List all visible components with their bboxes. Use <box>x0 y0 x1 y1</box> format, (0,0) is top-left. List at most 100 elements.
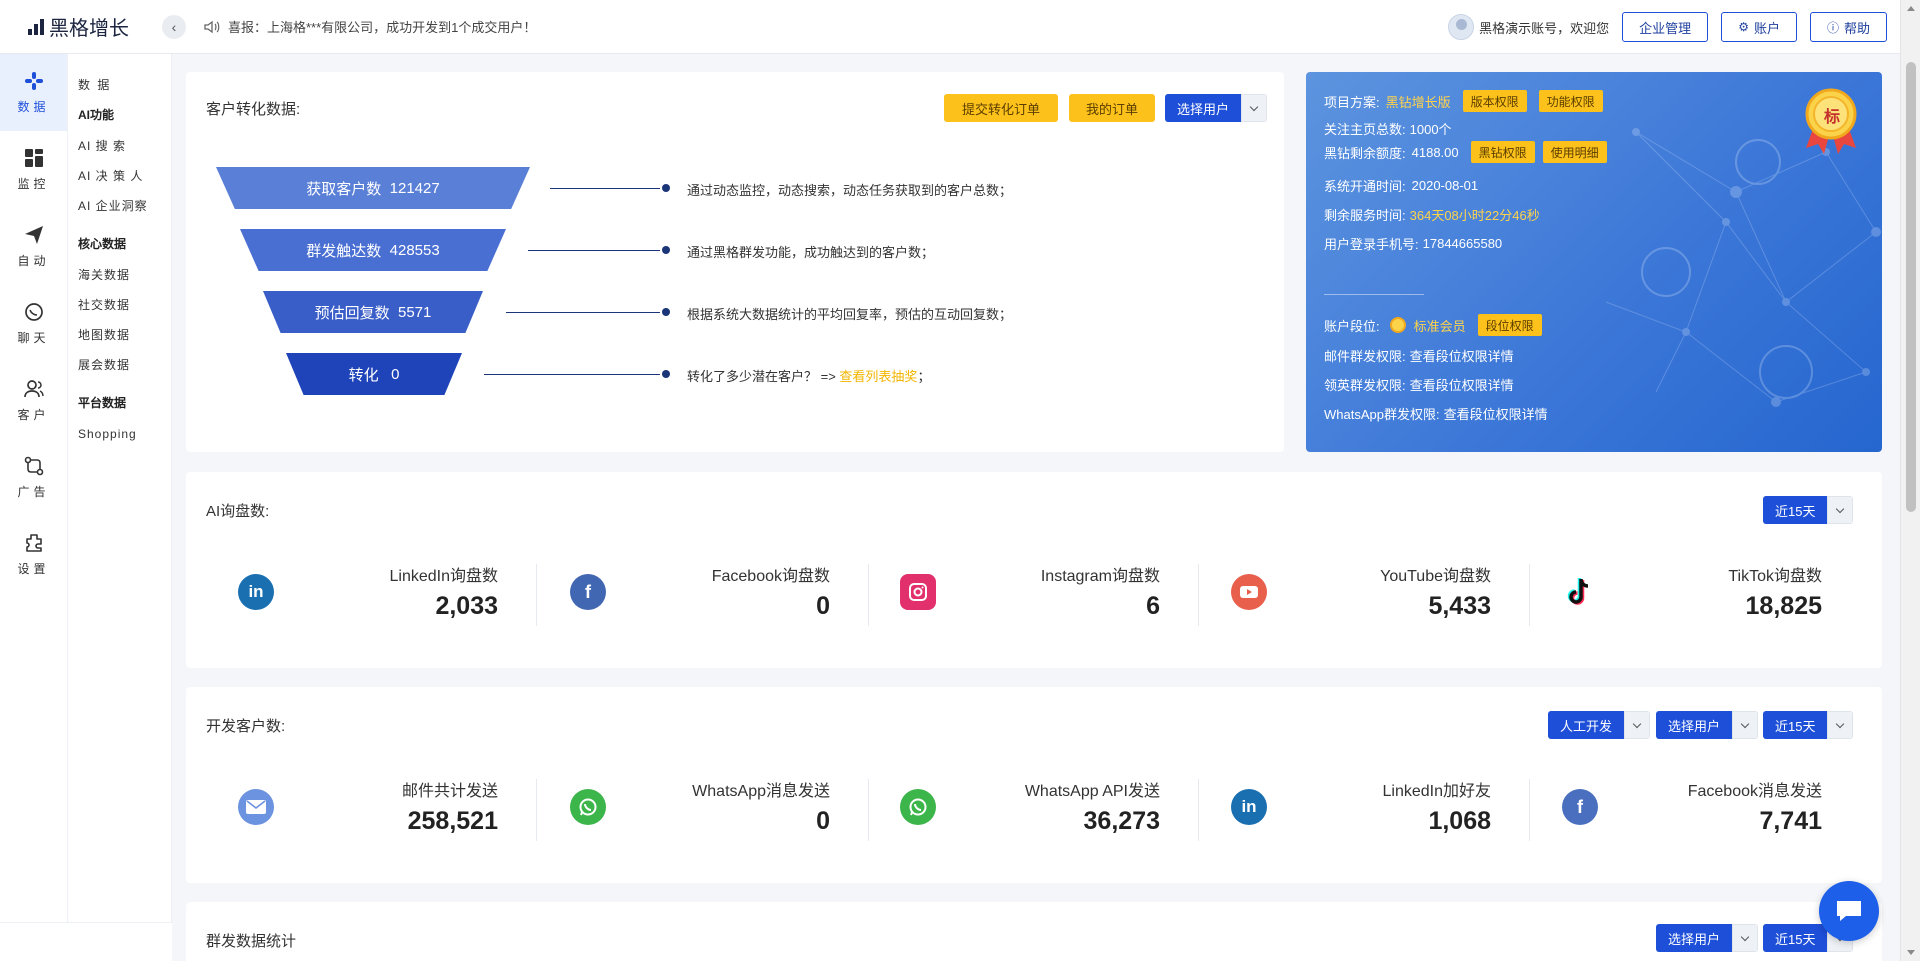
customer-service-chat-button[interactable] <box>1819 881 1879 941</box>
view-list-lottery-link[interactable]: 查看列表抽奖 <box>839 369 917 384</box>
linkedin-perm-link[interactable]: 查看段位权限详情 <box>1410 375 1514 394</box>
secondary-sidebar: 数 据 AI功能 AI 搜 索 AI 决 策 人 AI 企业洞察 核心数据 海关… <box>68 54 172 922</box>
help-button[interactable]: ⓘ 帮助 <box>1809 12 1887 42</box>
subnav-item-shopping[interactable]: Shopping <box>68 419 171 449</box>
mass-select-user-dropdown[interactable]: 选择用户 <box>1656 924 1759 952</box>
funnel-stage-acquired: 获取客户数 121427 <box>216 167 530 209</box>
nav-label-settings: 设置 <box>17 561 50 576</box>
account-button[interactable]: ⚙ 账户 <box>1721 12 1797 42</box>
nav-item-settings[interactable]: 设置 <box>0 516 67 593</box>
funnel-label: 转化 <box>348 366 379 384</box>
funnel-value: 5571 <box>397 303 432 321</box>
select-user-dropdown[interactable]: 选择用户 <box>1165 94 1268 122</box>
stat-value: 258,521 <box>407 807 498 835</box>
nav-item-auto[interactable]: 自动 <box>0 208 67 285</box>
nav-label-data: 数据 <box>17 99 50 114</box>
usage-details-button[interactable]: 使用明细 <box>1542 141 1607 163</box>
stat-separator <box>536 564 537 626</box>
feature-permission-button[interactable]: 功能权限 <box>1538 90 1603 112</box>
subnav-item-social[interactable]: 社交数据 <box>68 290 171 320</box>
scroll-down-arrow-icon[interactable] <box>1907 950 1915 955</box>
stat-value: 2,033 <box>435 592 498 620</box>
plan-quota-label: 黑钻剩余额度: <box>1324 145 1406 161</box>
email-perm-link[interactable]: 查看段位权限详情 <box>1410 346 1514 365</box>
logo-mark-icon <box>28 18 44 35</box>
dev-select-user-dropdown[interactable]: 选择用户 <box>1656 711 1759 739</box>
collapse-back-button[interactable]: ‹ <box>162 14 186 39</box>
stat-youtube-inquiry: YouTube询盘数 5,433 <box>1231 562 1511 626</box>
plan-open-label: 系统开通时间: <box>1324 179 1406 194</box>
chevron-down-icon <box>1732 711 1759 739</box>
select-user-label: 选择用户 <box>1656 711 1733 739</box>
app-name: 黑格增长 <box>49 18 129 40</box>
nav-item-customer[interactable]: 客户 <box>0 362 67 439</box>
plan-follow-label: 关注主页总数: <box>1324 122 1406 137</box>
app-logo[interactable]: 黑格增长 <box>28 12 158 41</box>
nav-item-chat[interactable]: 聊天 <box>0 285 67 362</box>
plan-phone-value: 17844665580 <box>1422 236 1503 251</box>
plan-card: 标 项目方案: 黑钻增长版 版本权限 功能权限 关注主页总数: 1000个 黑钻剩… <box>1306 72 1882 452</box>
funnel-connector-dot <box>662 308 670 316</box>
announcement-text: 喜报：上海格***有限公司，成功开发到1个成交用户！ <box>228 20 537 35</box>
subnav-item-customs[interactable]: 海关数据 <box>68 260 171 290</box>
chevron-down-icon <box>1241 94 1268 122</box>
plan-follow-value: 1000个 <box>1409 122 1452 137</box>
user-greeting[interactable]: 黑格演示账号，欢迎您 <box>1448 14 1609 40</box>
scrollbar-thumb[interactable] <box>1906 62 1916 512</box>
linkedin-perm-label: 领英群发权限: <box>1324 378 1406 393</box>
rank-medal-icon <box>1389 317 1406 333</box>
stat-label: 邮件共计发送 <box>401 783 498 800</box>
plan-phone-label: 用户登录手机号: <box>1324 237 1419 252</box>
enterprise-management-button[interactable]: 企业管理 <box>1622 12 1709 42</box>
subnav-title: 数 据 <box>78 78 112 92</box>
primary-sidebar: 数据 监控 自动 聊天 客户 广告 设置 <box>0 54 68 961</box>
scroll-up-arrow-icon[interactable] <box>1907 6 1915 11</box>
page-scrollbar[interactable] <box>1900 0 1920 961</box>
subnav-item-exhibition[interactable]: 展会数据 <box>68 350 171 380</box>
stat-linkedin-inquiry: in LinkedIn询盘数 2,033 <box>238 562 518 626</box>
range-label: 近15天 <box>1763 711 1828 739</box>
funnel-desc-reached: 通过黑格群发功能，成功触达到的客户数； <box>687 245 935 260</box>
account-label: 账户 <box>1753 20 1780 36</box>
subnav-item-ai-decision-maker[interactable]: AI 决 策 人 <box>68 161 171 191</box>
help-label: 帮助 <box>1843 20 1870 36</box>
gear-icon: ⚙ <box>1738 20 1749 34</box>
nav-item-ads[interactable]: 广告 <box>0 439 67 516</box>
stat-separator <box>868 564 869 626</box>
funnel-label: 预估回复数 <box>314 304 390 322</box>
funnel-stage-reached: 群发触达数 428553 <box>240 229 506 271</box>
stat-value: 0 <box>816 807 830 835</box>
rank-permission-button[interactable]: 段位权限 <box>1477 314 1542 336</box>
submit-conversion-order-button[interactable]: 提交转化订单 <box>944 94 1058 122</box>
chevron-left-icon: ‹ <box>171 18 177 35</box>
stat-facebook-inquiry: f Facebook询盘数 0 <box>570 562 850 626</box>
nav-item-data[interactable]: 数据 <box>0 54 67 131</box>
plan-remain-value: 364天08小时22分46秒 <box>1409 208 1540 223</box>
funnel-connector-dot <box>662 246 670 254</box>
whatsapp-perm-link[interactable]: 查看段位权限详情 <box>1444 404 1548 423</box>
subnav-item-ai-insight[interactable]: AI 企业洞察 <box>68 191 171 221</box>
stat-whatsapp-api-sent: WhatsApp API发送 36,273 <box>900 777 1180 841</box>
plan-quota-row: 黑钻剩余额度: 4188.00 黑钻权限 使用明细 <box>1324 141 1607 163</box>
stat-label: Instagram询盘数 <box>1040 568 1160 585</box>
stat-label: WhatsApp API发送 <box>1024 783 1160 800</box>
funnel-connector <box>484 374 660 375</box>
whatsapp-icon <box>900 789 936 825</box>
plan-rank-value: 标准会员 <box>1413 318 1466 334</box>
dev-range-dropdown[interactable]: 近15天 <box>1763 711 1854 739</box>
stat-separator <box>1198 779 1199 841</box>
funnel-value: 0 <box>391 365 400 383</box>
funnel-connector-dot <box>662 370 670 378</box>
nav-item-monitor[interactable]: 监控 <box>0 131 67 208</box>
version-permission-button[interactable]: 版本权限 <box>1462 90 1527 112</box>
my-orders-button[interactable]: 我的订单 <box>1069 94 1155 122</box>
ai-inquiry-range-dropdown[interactable]: 近15天 <box>1763 496 1854 524</box>
subnav-item-ai-search[interactable]: AI 搜 索 <box>68 131 171 161</box>
dev-mode-dropdown[interactable]: 人工开发 <box>1548 711 1651 739</box>
stat-value: 36,273 <box>1083 807 1160 835</box>
tiktok-icon <box>1562 574 1598 610</box>
plan-email-perm-row: 邮件群发权限: 查看段位权限详情 <box>1324 346 1514 365</box>
subnav-item-map[interactable]: 地图数据 <box>68 320 171 350</box>
funnel-desc-text: 转化了多少潜在客户？ => <box>687 369 836 384</box>
diamond-permission-button[interactable]: 黑钻权限 <box>1470 141 1535 163</box>
